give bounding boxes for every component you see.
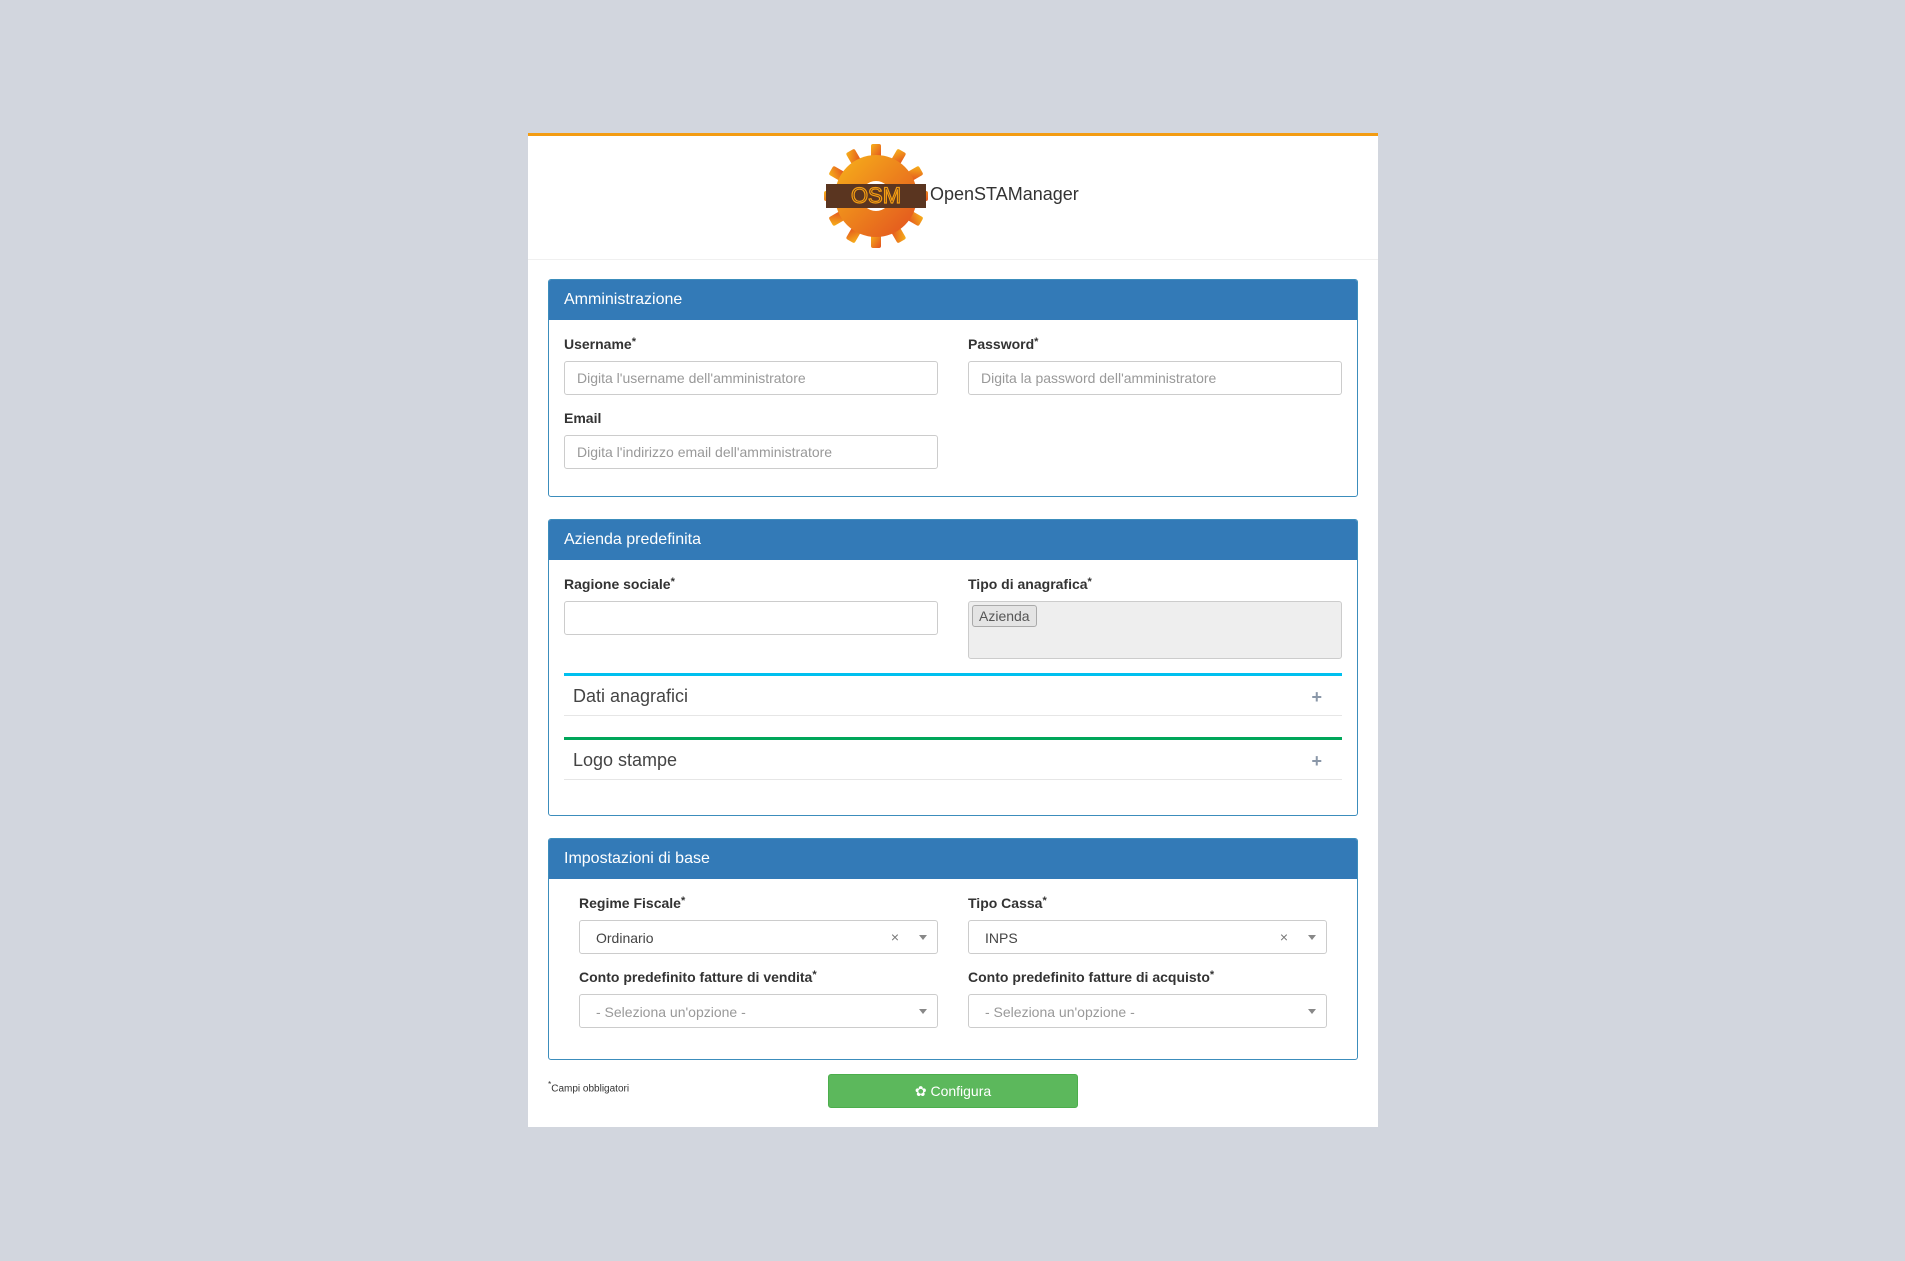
panel-title-company: Azienda predefinita [549,520,1357,560]
email-input[interactable] [564,435,938,469]
chevron-down-icon[interactable] [919,935,927,940]
company-name-input[interactable] [564,601,938,635]
password-label: Password* [968,336,1039,352]
username-label: Username* [564,336,636,352]
registry-type-tag: Azienda [972,605,1037,627]
brand-name: OpenSTAManager [930,184,1079,204]
cash-type-value: INPS [985,930,1018,946]
cash-type-select[interactable]: INPS × [968,920,1327,954]
chevron-down-icon[interactable] [1308,935,1316,940]
panel-title-administration: Amministrazione [549,280,1357,320]
sales-account-select[interactable]: - Seleziona un'opzione - [579,994,938,1028]
plus-icon[interactable]: + [1311,687,1322,708]
chevron-down-icon[interactable] [919,1009,927,1014]
sales-account-label: Conto predefinito fatture di vendita* [579,969,817,985]
osm-logo: OSM [824,144,928,248]
clear-icon[interactable]: × [1280,929,1288,945]
clear-icon[interactable]: × [891,929,899,945]
required-fields-note: *Campi obbligatori [548,1079,630,1095]
section-print-logo-title: Logo stampe [573,750,678,770]
panel-base-settings: Impostazioni di base Regime Fiscale* Ord… [548,838,1358,1060]
tax-regime-select[interactable]: Ordinario × [579,920,938,954]
purchase-account-label: Conto predefinito fatture di acquisto* [968,969,1215,985]
card-header: OSM OpenSTAManager [528,136,1378,260]
section-personal-data-title: Dati anagrafici [573,686,689,706]
configure-button[interactable]: ✿ Configura [828,1074,1078,1108]
tax-regime-value: Ordinario [596,930,654,946]
sales-account-value: - Seleziona un'opzione - [596,1004,746,1020]
registry-type-label: Tipo di anagrafica* [968,576,1092,592]
panel-company: Azienda predefinita Ragione sociale* Tip… [548,519,1358,816]
chevron-down-icon[interactable] [1308,1009,1316,1014]
username-input[interactable] [564,361,938,395]
panel-administration: Amministrazione Username* Password* Emai… [548,279,1358,497]
configure-button-label: Configura [930,1083,992,1099]
company-name-label: Ragione sociale* [564,576,675,592]
cash-type-label: Tipo Cassa* [968,895,1047,911]
tax-regime-label: Regime Fiscale* [579,895,686,911]
section-print-logo[interactable]: Logo stampe + [564,737,1342,780]
registry-type-field[interactable]: Azienda [968,601,1342,659]
section-personal-data[interactable]: Dati anagrafici + [564,673,1342,716]
gear-icon: ✿ [914,1083,927,1099]
email-label: Email [564,410,602,426]
purchase-account-select[interactable]: - Seleziona un'opzione - [968,994,1327,1028]
purchase-account-value: - Seleziona un'opzione - [985,1004,1135,1020]
plus-icon[interactable]: + [1311,751,1322,772]
panel-title-base-settings: Impostazioni di base [549,839,1357,879]
password-input[interactable] [968,361,1342,395]
setup-card: OSM OpenSTAManager Amministrazione Usern… [528,133,1378,1127]
svg-text:OSM: OSM [851,183,901,208]
